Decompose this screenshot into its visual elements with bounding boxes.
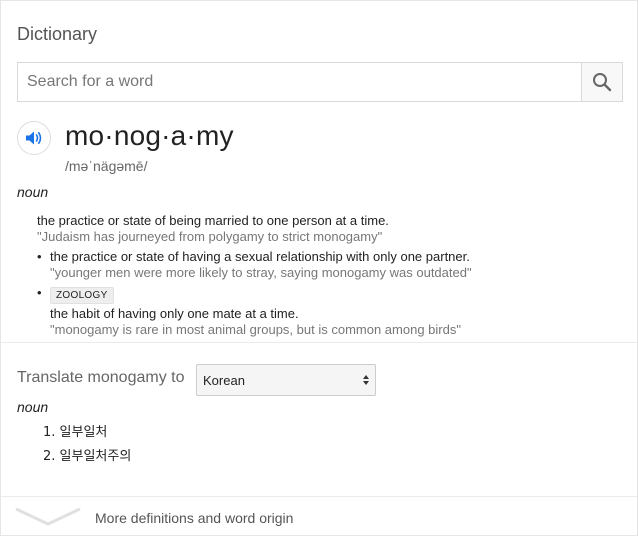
dictionary-card: Dictionary mo·nog·a·my /məˈnäɡəmē/ noun … <box>0 0 638 536</box>
phonetic-spelling: /məˈnäɡəmē/ <box>65 158 148 174</box>
select-arrows-icon <box>363 375 369 385</box>
subject-tag: ZOOLOGY <box>50 287 114 304</box>
bullet: • <box>37 285 42 300</box>
search-input[interactable] <box>18 63 581 101</box>
more-definitions-label: More definitions and word origin <box>95 510 294 526</box>
speaker-icon <box>26 131 42 145</box>
translation-item: 1. 일부일처 <box>43 425 108 440</box>
translate-label: Translate monogamy to <box>17 369 185 386</box>
example-text: "Judaism has journeyed from polygamy to … <box>37 229 383 244</box>
translation-part-of-speech: noun <box>17 399 49 415</box>
more-definitions-button[interactable]: More definitions and word origin <box>1 497 637 536</box>
part-of-speech: noun <box>17 184 49 200</box>
headword: mo·nog·a·my <box>65 120 234 151</box>
example-text: "younger men were more likely to stray, … <box>50 265 472 280</box>
bullet: • <box>37 249 42 264</box>
definition-text: the practice or state of being married t… <box>37 213 389 228</box>
pronounce-button[interactable] <box>17 121 51 155</box>
sub-definition-item: • ZOOLOGY the habit of having only one m… <box>37 285 617 338</box>
selected-language: Korean <box>203 372 245 388</box>
sub-definition-item: • the practice or state of having a sexu… <box>37 249 617 281</box>
search-bar <box>17 62 623 102</box>
search-icon <box>593 73 612 92</box>
definition-text: the habit of having only one mate at a t… <box>50 306 299 321</box>
translation-list: 1. 일부일처 2. 일부일처주의 <box>43 425 131 473</box>
language-select[interactable]: Korean <box>196 364 376 396</box>
translation-item: 2. 일부일처주의 <box>43 449 132 464</box>
chevron-down-icon <box>15 507 81 526</box>
card-title: Dictionary <box>17 24 98 44</box>
divider <box>1 342 637 343</box>
example-text: "monogamy is rare in most animal groups,… <box>50 322 461 337</box>
search-button[interactable] <box>581 63 622 101</box>
definition-text: the practice or state of having a sexual… <box>50 249 470 264</box>
definition-item: the practice or state of being married t… <box>37 213 617 245</box>
